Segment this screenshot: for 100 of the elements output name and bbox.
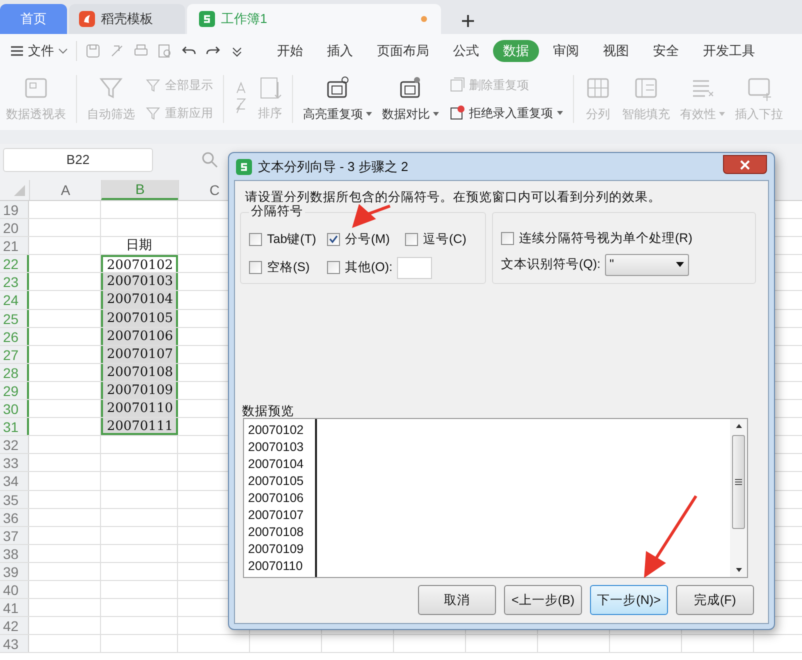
table-cell[interactable]: 20070106: [101, 328, 178, 345]
table-cell[interactable]: 20070111: [101, 418, 178, 436]
menu-tab[interactable]: 数据: [493, 40, 539, 62]
checkbox[interactable]: 空格(S): [249, 256, 327, 279]
tab[interactable]: 稻壳模板: [69, 4, 185, 34]
table-cell[interactable]: 20070103: [101, 273, 178, 290]
row-header[interactable]: 19: [0, 201, 29, 218]
sort-icon: [258, 76, 282, 100]
preview-line: 20070106: [248, 490, 305, 507]
checkbox[interactable]: 分号(M): [327, 230, 405, 249]
table-cell[interactable]: 20070110: [101, 400, 178, 418]
preview-line: 20070105: [248, 473, 305, 490]
row-header[interactable]: 35: [0, 490, 29, 508]
row-header[interactable]: 39: [0, 562, 29, 580]
chevron-icon: [58, 48, 68, 54]
caret-icon: [676, 262, 684, 268]
preview-line: 20070110: [248, 558, 304, 575]
dialog-title: 文本分列向导 - 3 步骤之 2: [258, 158, 410, 176]
toolbar-button[interactable]: 数据对比: [382, 75, 439, 123]
checkbox-box[interactable]: [249, 232, 262, 246]
row-header[interactable]: 21: [0, 237, 29, 254]
menu-tab[interactable]: 视图: [593, 40, 639, 62]
row-header[interactable]: 26: [0, 328, 29, 345]
preview-line: 20070107: [248, 507, 305, 524]
row-header[interactable]: 34: [0, 472, 29, 490]
row-header[interactable]: 25: [0, 310, 29, 327]
filter-icon: [145, 105, 161, 121]
toolbar-button[interactable]: 拒绝录入重复项: [449, 104, 563, 122]
tab[interactable]: 工作簿1: [187, 4, 441, 34]
checkbox[interactable]: 逗号(C): [405, 230, 485, 249]
menu-tab[interactable]: 审阅: [543, 40, 589, 62]
menu-tab[interactable]: 页面布局: [367, 40, 439, 62]
row-header[interactable]: 30: [0, 400, 29, 418]
checkbox[interactable]: 连续分隔符号视为单个处理(R): [501, 229, 755, 248]
check-icon: [329, 234, 338, 244]
preview-line: 20070108: [248, 524, 305, 541]
row-header[interactable]: 40: [0, 580, 29, 598]
row-header[interactable]: 41: [0, 599, 29, 616]
row-header[interactable]: 43: [0, 635, 29, 652]
reject-icon: [449, 105, 465, 121]
dialog-button[interactable]: 完成(F): [676, 585, 754, 615]
input-field[interactable]: [396, 256, 432, 279]
row-header[interactable]: 38: [0, 544, 29, 562]
checkbox-box[interactable]: [327, 232, 340, 246]
name-box[interactable]: B22: [3, 148, 153, 172]
grip-icon: [735, 479, 742, 485]
dialog-button[interactable]: <上一步(B): [504, 585, 582, 615]
checkbox-box[interactable]: [249, 261, 262, 274]
close-button[interactable]: [723, 155, 767, 174]
table-cell[interactable]: 20070104: [101, 291, 178, 309]
dropdown[interactable]: ": [604, 254, 689, 276]
file-menu[interactable]: 文件: [10, 41, 77, 61]
menu-tab[interactable]: 插入: [317, 40, 363, 62]
menu-tab[interactable]: 安全: [643, 40, 689, 62]
new-tab-icon[interactable]: [461, 14, 475, 28]
table-cell[interactable]: 20070102: [101, 255, 178, 272]
save-icon[interactable]: [85, 43, 101, 59]
table-cell[interactable]: 20070105: [101, 310, 178, 327]
caret-icon: [366, 112, 372, 116]
checkbox-box[interactable]: [327, 261, 340, 274]
row-header[interactable]: 42: [0, 617, 29, 634]
scrollbar-thumb[interactable]: [732, 435, 745, 529]
scrollbar[interactable]: [730, 419, 747, 577]
tab[interactable]: 首页: [0, 4, 67, 34]
dialog-button[interactable]: 下一步(N)>: [590, 585, 668, 615]
row-header[interactable]: 23: [0, 273, 29, 290]
checkbox[interactable]: Tab键(T): [249, 230, 327, 249]
column-header[interactable]: B: [101, 180, 178, 200]
row-header[interactable]: 20: [0, 219, 29, 236]
toolbar-button[interactable]: 高亮重复项: [303, 75, 372, 123]
row-header[interactable]: 27: [0, 346, 29, 363]
row-header[interactable]: 37: [0, 526, 29, 544]
table-cell[interactable]: 日期: [101, 237, 178, 254]
print-preview-icon[interactable]: [157, 43, 173, 59]
table-cell[interactable]: 20070108: [101, 364, 178, 381]
spreadsheet-icon: [236, 158, 252, 174]
preview-line: 20070109: [248, 541, 305, 558]
checkbox[interactable]: 其他(O):: [327, 258, 393, 278]
menu-tab[interactable]: 开发工具: [693, 40, 765, 62]
checkbox-box[interactable]: [405, 232, 418, 246]
checkbox-box[interactable]: [501, 232, 514, 245]
filter-icon: [145, 77, 161, 93]
row-header[interactable]: 36: [0, 508, 29, 526]
row-header[interactable]: 32: [0, 436, 29, 454]
row-header[interactable]: 28: [0, 364, 29, 381]
caret-icon: [433, 112, 439, 116]
row-header[interactable]: 29: [0, 382, 29, 400]
menu-tab[interactable]: 开始: [267, 40, 313, 62]
table-cell[interactable]: 20070107: [101, 346, 178, 363]
row-header[interactable]: 22: [0, 255, 29, 272]
row-header[interactable]: 24: [0, 291, 29, 309]
close-icon: [740, 160, 750, 170]
row-header[interactable]: 31: [0, 418, 29, 436]
docer-icon: [79, 11, 95, 27]
preview-line: 20070104: [248, 456, 305, 473]
dialog-button[interactable]: 取消: [418, 585, 496, 615]
menu-tab[interactable]: 公式: [443, 40, 489, 62]
table-cell[interactable]: 20070109: [101, 382, 178, 400]
menu-icon: [10, 45, 24, 57]
row-header[interactable]: 33: [0, 454, 29, 472]
